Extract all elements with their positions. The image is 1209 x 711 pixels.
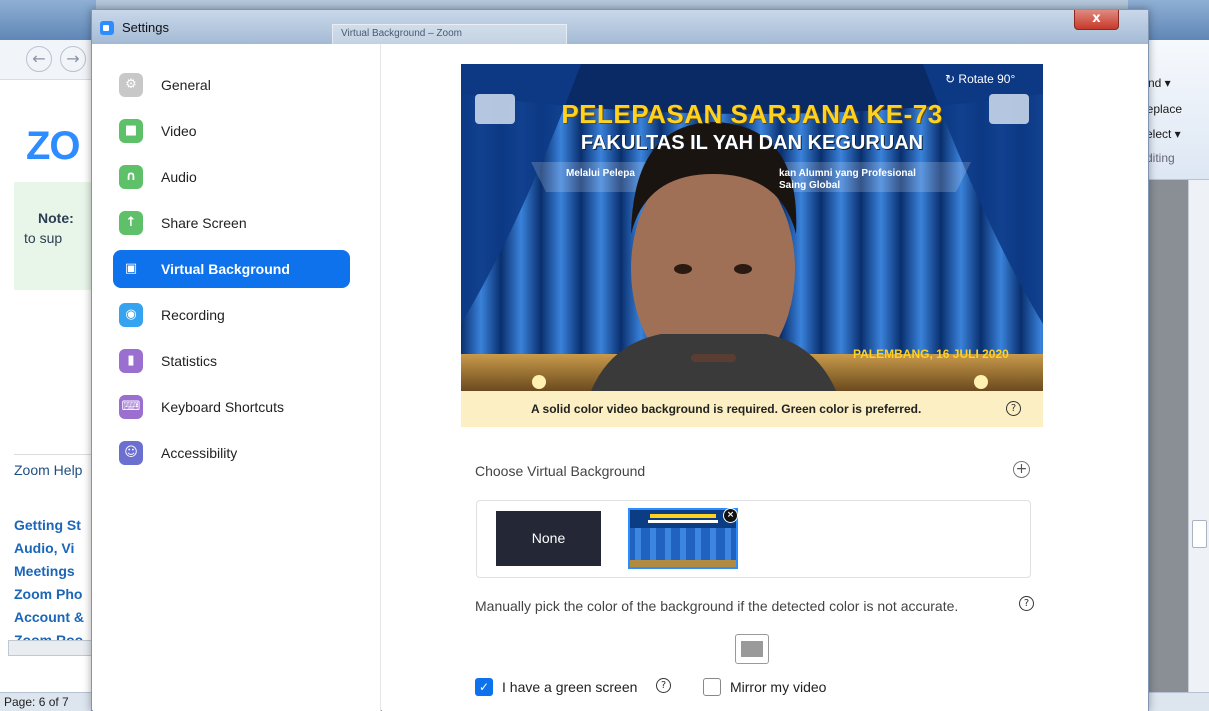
zoom-logo: ZO [26,124,81,168]
background-option-selected[interactable] [628,508,738,569]
background-thumbnail-image [630,510,736,567]
background-thumbnail-list: None × [476,500,1031,578]
mirror-video-checkbox[interactable] [703,678,721,696]
sidebar-item-label: Share Screen [161,215,247,231]
settings-sidebar: ⚙ General ■ Video ∩ Audio ↑ Share Screen… [93,44,381,711]
background-subtitle-2: kan Alumni yang Profesional [779,168,916,179]
background-title-line-2: FAKULTAS IL YAH DAN KEGURUAN [580,132,924,154]
help-link[interactable]: Meetings [14,560,84,583]
background-browser-navbar: ← → [0,40,96,80]
rotate-icon: ↻ [945,72,956,86]
background-browser-titlebar [0,0,96,40]
help-header: Zoom Help [14,462,83,478]
bar-chart-icon: ▮ [119,349,143,373]
scroll-thumb[interactable] [1192,520,1207,548]
background-subtitle-3: Saing Global [779,180,841,191]
sidebar-item-recording[interactable]: ◉ Recording [113,296,350,334]
remove-background-button[interactable]: × [723,508,738,523]
gear-icon: ⚙ [119,73,143,97]
rotate-label: Rotate 90° [958,72,1016,86]
settings-window: Settings Virtual Background – Zoom x ⚙ G… [91,9,1149,711]
help-links: Getting St Audio, Vi Meetings Zoom Pho A… [14,514,84,652]
sidebar-item-virtual-background[interactable]: ▣ Virtual Background [113,250,350,288]
green-screen-checkbox[interactable]: ✓ [475,678,493,696]
sidebar-item-statistics[interactable]: ▮ Statistics [113,342,350,380]
sidebar-item-label: Audio [161,169,197,185]
sidebar-item-label: Recording [161,307,225,323]
headphones-icon: ∩ [119,165,143,189]
help-icon[interactable]: ? [1019,596,1034,611]
help-icon[interactable]: ? [1006,401,1021,416]
sidebar-item-general[interactable]: ⚙ General [113,66,350,104]
note-label: Note: [38,210,74,226]
window-title: Settings [122,20,169,35]
video-camera-icon: ■ [119,119,143,143]
help-link[interactable]: Getting St [14,514,84,537]
virtual-background-panel: PELEPASAN SARJANA KE-73 FAKULTAS IL YAH … [382,44,1148,711]
back-arrow-icon[interactable]: ← [26,46,52,72]
help-icon[interactable]: ? [656,678,671,693]
solid-color-notice: A solid color video background is requir… [461,391,1043,427]
help-link[interactable]: Audio, Vi [14,537,84,560]
sidebar-item-share-screen[interactable]: ↑ Share Screen [113,204,350,242]
notice-text: A solid color video background is requir… [531,402,922,416]
close-window-button[interactable]: x [1074,10,1119,30]
sidebar-item-keyboard-shortcuts[interactable]: ⌨ Keyboard Shortcuts [113,388,350,426]
record-icon: ◉ [119,303,143,327]
horizontal-scrollbar[interactable] [8,640,94,656]
keyboard-icon: ⌨ [119,395,143,419]
sidebar-item-video[interactable]: ■ Video [113,112,350,150]
accessibility-icon: ☺ [119,441,143,465]
sidebar-item-label: Keyboard Shortcuts [161,399,284,415]
background-option-none[interactable]: None [496,511,601,566]
sidebar-item-label: Accessibility [161,445,238,461]
background-date-text: PALEMBANG, 16 JULI 2020 [853,347,1009,361]
share-screen-icon: ↑ [119,211,143,235]
zoom-app-icon [100,21,114,35]
status-page-count: Page: 6 of 7 [0,692,96,711]
picked-color-swatch [741,641,763,657]
background-color-picker[interactable] [735,634,769,664]
mirror-video-label[interactable]: Mirror my video [730,679,826,695]
green-screen-label[interactable]: I have a green screen [502,679,637,695]
sidebar-item-label: General [161,77,211,93]
vertical-scrollbar[interactable] [1188,180,1209,711]
video-preview: PELEPASAN SARJANA KE-73 FAKULTAS IL YAH … [461,64,1043,391]
forward-arrow-icon[interactable]: → [60,46,86,72]
help-link[interactable]: Account & [14,606,84,629]
background-subtitle-1: Melalui Pelepa [566,168,635,179]
sidebar-item-audio[interactable]: ∩ Audio [113,158,350,196]
background-browser-tab: Virtual Background – Zoom [332,24,567,44]
note-text: to sup [24,230,63,246]
background-browser-window: ← → ZO Note: to sup Zoom Help Getting St… [0,0,96,711]
sidebar-item-label: Video [161,123,197,139]
person-portrait-icon: ▣ [124,261,138,276]
settings-titlebar: Settings Virtual Background – Zoom x [92,10,1148,44]
manual-color-instruction: Manually pick the color of the backgroun… [475,598,959,614]
add-background-button[interactable]: + [1013,461,1030,478]
sidebar-item-label: Statistics [161,353,218,369]
background-title-line-1: PELEPASAN SARJANA KE-73 [561,99,943,129]
sidebar-item-accessibility[interactable]: ☺ Accessibility [113,434,350,472]
note-box: Note: to sup [14,182,96,290]
help-section: Zoom Help [14,454,96,478]
sidebar-item-label: Virtual Background [161,261,290,277]
rotate-button[interactable]: ↻ Rotate 90° [945,72,1015,86]
help-link[interactable]: Zoom Pho [14,583,84,606]
choose-background-label: Choose Virtual Background [475,463,646,479]
